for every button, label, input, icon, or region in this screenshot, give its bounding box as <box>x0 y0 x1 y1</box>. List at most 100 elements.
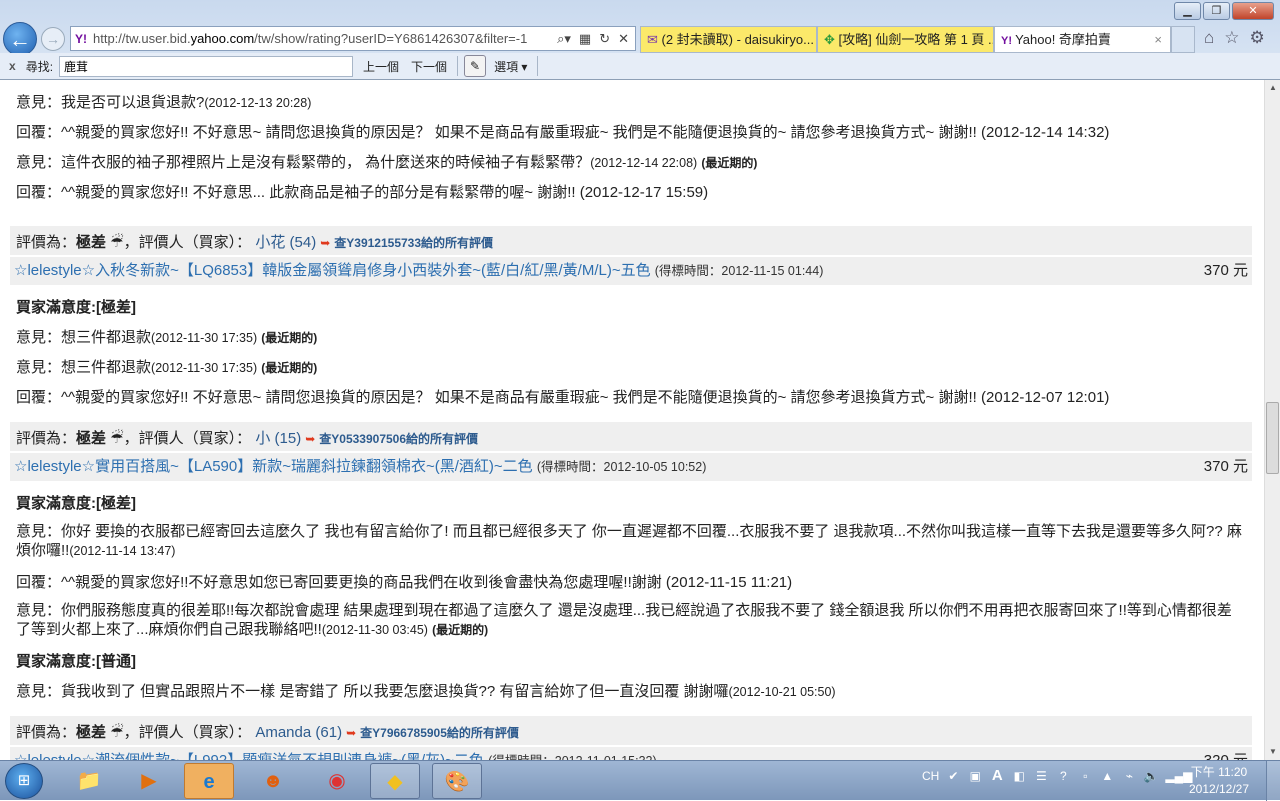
rater-score-link[interactable]: (54) <box>290 234 317 251</box>
rating-line: 評價為：極差 ☔，評價人（買家）： Amanda (61) ➥ 查Y79667859… <box>16 721 519 742</box>
address-bar[interactable]: Y! http://tw.user.bid.yahoo.com/tw/show/… <box>70 26 636 51</box>
paint-icon[interactable]: 🎨 <box>432 763 482 799</box>
comment-line: 意見：想三件都退款(2012-11-30 17:35) (最近期的) <box>16 326 317 347</box>
tab-gamer[interactable]: ✥ [攻略] 仙劍一攻略 第 1 頁 ... <box>817 26 994 53</box>
highlight-pen-icon[interactable]: ✎ <box>464 55 487 77</box>
line-label: 意見： <box>16 523 62 540</box>
line-text: ^^親愛的買家您好!! 不好意思... 此款商品是袖子的部分是有鬆緊帶的喔~ 謝… <box>61 184 709 201</box>
rater-name-link[interactable]: Amanda <box>251 724 315 741</box>
app-q-icon[interactable]: ◆ <box>370 763 420 799</box>
rater-score-link[interactable]: (15) <box>275 430 302 447</box>
tab-mail[interactable]: ✉ (2 封未讀取) - daisukiryo... <box>640 26 817 53</box>
close-tab-icon[interactable]: × <box>1154 27 1162 52</box>
comment-line: 意見：你好 要換的衣服都已經寄回去這麼久了 我也有留言給你了! 而且都已經很多天… <box>16 522 1246 561</box>
divider <box>537 56 539 76</box>
line-text: ^^親愛的買家您好!! 不好意思~ 請問您退換貨的原因是？ 如果不是商品有嚴重瑕… <box>61 124 1110 141</box>
arrow-icon: ➥ <box>305 432 316 446</box>
line-label: 意見： <box>16 683 62 700</box>
power-icon[interactable]: ⌁ <box>1121 769 1137 783</box>
font-a-icon[interactable]: A <box>989 767 1005 784</box>
line-label: 意見： <box>16 94 62 111</box>
item-link[interactable]: ☆lelestyle☆實用百搭風~【LA590】新款~瑞麗斜拉鍊翻領棉衣~(黑/… <box>14 458 533 475</box>
browser-chrome: ▁ ❐ ✕ ← → Y! http://tw.user.bid.yahoo.co… <box>0 0 1280 80</box>
divider <box>10 745 1252 747</box>
line-label: 意見： <box>16 359 62 376</box>
clock[interactable]: 下午 11:20 2012/12/27 <box>1184 764 1254 798</box>
find-previous-button[interactable]: 上一個 <box>363 58 399 75</box>
show-hidden-icons[interactable]: ▲ <box>1099 769 1115 783</box>
item-link[interactable]: ☆lelestyle☆潮流個性款~【L992】顯瘦洋氣不規則連身褲~(黑/灰)~… <box>14 752 484 760</box>
divider <box>10 451 1252 453</box>
media-player-icon[interactable]: ▶ <box>124 763 174 799</box>
scroll-thumb[interactable] <box>1266 402 1279 474</box>
reply-line: 回覆：^^親愛的買家您好!! 不好意思... 此款商品是袖子的部分是有鬆緊帶的喔… <box>16 181 708 202</box>
tab-label: Yahoo! 奇摩拍賣 <box>1015 32 1111 47</box>
satisfaction-label: 買家滿意度:[普通] <box>16 653 136 670</box>
restore-button[interactable]: ❐ <box>1203 2 1230 20</box>
all-ratings-link[interactable]: 查Y3912155733給的所有評價 <box>334 236 493 250</box>
help-icon[interactable]: ? <box>1055 769 1071 783</box>
line-label: 意見： <box>16 602 62 619</box>
clock-time: 下午 11:20 <box>1190 765 1248 779</box>
address-url[interactable]: http://tw.user.bid.yahoo.com/tw/show/rat… <box>93 31 527 46</box>
input-language[interactable]: CH <box>922 769 939 783</box>
line-text: 想三件都退款 <box>61 359 152 376</box>
rater-label: ，評價人（買家）： <box>123 724 252 741</box>
line-date: (2012-11-14 13:47) <box>69 544 176 558</box>
show-desktop-button[interactable] <box>1266 761 1280 801</box>
compat-view-icon[interactable]: ▦ <box>579 31 591 47</box>
back-button[interactable]: ← <box>3 22 37 56</box>
line-text: 想三件都退款 <box>61 329 152 346</box>
item-line: ☆lelestyle☆入秋冬新款~【LQ6853】韓版金屬領聳肩修身小西裝外套~… <box>14 259 823 280</box>
comment-line: 意見：貨我收到了 但實品跟照片不一樣 是寄錯了 所以我要怎麼退換貨?? 有留言給… <box>16 680 836 701</box>
home-icon[interactable]: ⌂ <box>1204 28 1214 48</box>
notepad-icon[interactable]: ✔ <box>945 769 961 783</box>
rating-label: 評價為： <box>16 234 77 251</box>
rater-score-link[interactable]: (61) <box>315 724 342 741</box>
find-next-button[interactable]: 下一個 <box>411 58 447 75</box>
internet-explorer-icon[interactable]: e <box>184 763 234 799</box>
page-content: 意見：我是否可以退貨退款?(2012-12-13 20:28) 回覆：^^親愛的買… <box>0 80 1264 760</box>
item-line: ☆lelestyle☆潮流個性款~【L992】顯瘦洋氣不規則連身褲~(黑/灰)~… <box>14 749 657 760</box>
forward-button[interactable]: → <box>41 27 65 51</box>
tab-yahoo-auction[interactable]: Y! Yahoo! 奇摩拍賣 × <box>994 26 1171 53</box>
yahoo-favicon: Y! <box>1001 35 1016 47</box>
item-link[interactable]: ☆lelestyle☆入秋冬新款~【LQ6853】韓版金屬領聳肩修身小西裝外套~… <box>14 262 651 279</box>
close-window-button[interactable]: ✕ <box>1232 2 1274 20</box>
ime-icon[interactable]: ▣ <box>967 769 983 783</box>
scroll-down-arrow[interactable]: ▼ <box>1265 744 1280 760</box>
close-find-icon[interactable]: x <box>9 59 16 73</box>
find-options-button[interactable]: 選項 ▾ <box>494 58 527 75</box>
tab-label: (2 封未讀取) - daisukiryo... <box>661 32 814 47</box>
ime-restore-icon[interactable]: ▫ <box>1077 769 1093 783</box>
all-ratings-link[interactable]: 查Y7966785905給的所有評價 <box>360 726 519 740</box>
stop-icon[interactable]: ✕ <box>618 31 629 47</box>
win-time: (得標時間：2012-11-15 01:44) <box>654 264 824 278</box>
item-line: ☆lelestyle☆實用百搭風~【LA590】新款~瑞麗斜拉鍊翻領棉衣~(黑/… <box>14 455 706 476</box>
rater-name-link[interactable]: 小花 <box>251 234 289 251</box>
rating-line: 評價為：極差 ☔，評價人（買家）： 小 (15) ➥ 查Y0533907506給的所… <box>16 427 478 448</box>
favorites-star-icon[interactable]: ☆ <box>1224 28 1239 48</box>
pps-icon[interactable]: ☻ <box>248 763 298 799</box>
half-width-icon[interactable]: ◧ <box>1011 769 1027 783</box>
recent-badge: (最近期的) <box>261 361 318 375</box>
line-label: 回覆： <box>16 389 62 406</box>
minimize-button[interactable]: ▁ <box>1174 2 1201 20</box>
refresh-icon[interactable]: ↻ <box>599 31 610 47</box>
clock-date: 2012/12/27 <box>1188 782 1250 796</box>
all-ratings-link[interactable]: 查Y0533907506給的所有評價 <box>319 432 478 446</box>
comment-line: 意見：我是否可以退貨退款?(2012-12-13 20:28) <box>16 91 311 112</box>
volume-icon[interactable]: 🔈 <box>1143 769 1159 783</box>
search-icon[interactable]: ⌕▾ <box>557 31 571 47</box>
file-explorer-icon[interactable]: 📁 <box>64 763 114 799</box>
gear-icon[interactable]: ⚙ <box>1250 28 1265 48</box>
new-tab-button[interactable] <box>1171 26 1195 53</box>
scroll-up-arrow[interactable]: ▲ <box>1265 80 1280 96</box>
ime-pad-icon[interactable]: ☰ <box>1033 769 1049 783</box>
find-input[interactable] <box>59 55 354 77</box>
vertical-scrollbar[interactable]: ▲ ▼ <box>1264 80 1280 760</box>
chrome-icon[interactable]: ◉ <box>312 763 362 799</box>
start-button[interactable]: ⊞ <box>5 763 43 799</box>
rater-name-link[interactable]: 小 <box>251 430 274 447</box>
divider <box>10 255 1252 257</box>
